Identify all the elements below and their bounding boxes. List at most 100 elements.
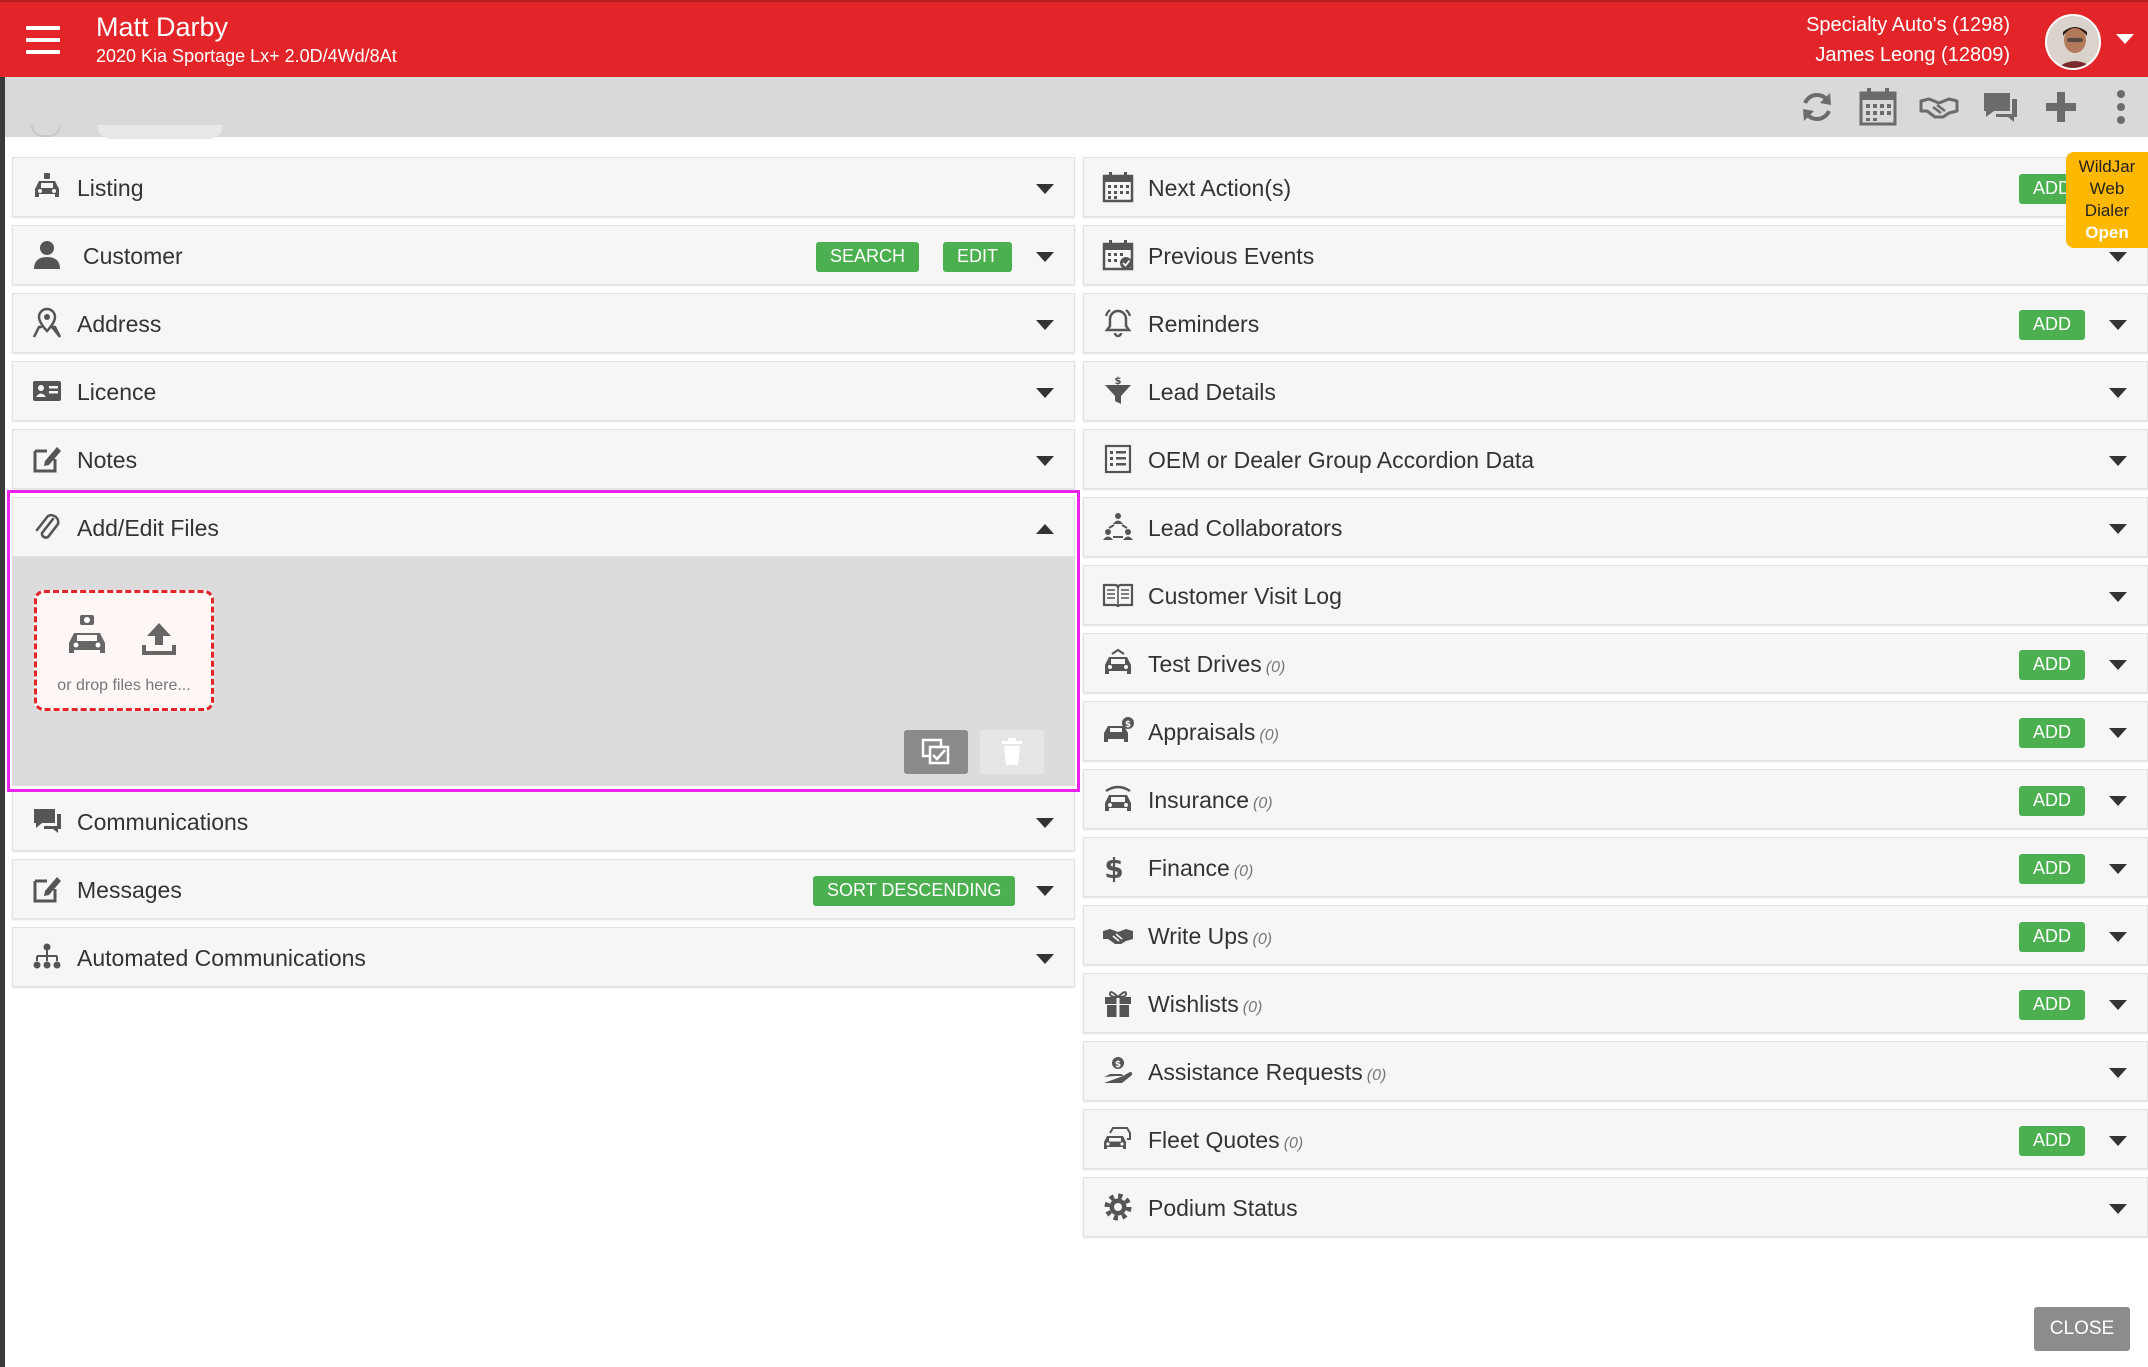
chevron-down-icon[interactable] [1036,320,1054,330]
add-finance-button[interactable]: ADD [2019,854,2086,884]
panel-title: Finance (0) [1148,855,1254,881]
panel-previous-events[interactable]: Previous Events [1083,225,2148,285]
add-wishlist-button[interactable]: ADD [2019,990,2086,1020]
panel-listing[interactable]: Listing [12,157,1075,217]
chevron-down-icon[interactable] [2109,1068,2127,1078]
hamburger-menu-icon[interactable] [26,26,62,54]
chevron-down-icon[interactable] [2109,524,2127,534]
panel-customer-visit-log[interactable]: Customer Visit Log [1083,565,2148,625]
add-write-up-button[interactable]: ADD [2019,922,2086,952]
chevron-up-icon[interactable] [1036,524,1054,534]
add-appraisal-button[interactable]: ADD [2019,718,2086,748]
panel-title: Customer [83,243,183,269]
id-card-icon [33,381,61,401]
funnel-dollar-icon: $ [1105,376,1131,404]
add-fleet-quote-button[interactable]: ADD [2019,1126,2086,1156]
panel-wishlists[interactable]: Wishlists (0) ADD [1083,973,2148,1033]
calendar-icon[interactable] [1858,87,1898,127]
chevron-down-icon[interactable] [2109,728,2127,738]
sort-descending-button[interactable]: SORT DESCENDING [813,876,1016,906]
panel-lead-details[interactable]: $ Lead Details [1083,361,2148,421]
panel-address[interactable]: Address [12,293,1075,353]
panel-next-actions[interactable]: Next Action(s) ADD [1083,157,2148,217]
svg-text:$: $ [1104,852,1123,883]
handshake-icon[interactable] [1919,87,1959,127]
count-badge: (0) [1242,999,1263,1016]
wildjar-status: Open [2085,223,2129,242]
chevron-down-icon[interactable] [2109,796,2127,806]
file-dropzone[interactable]: or drop files here... [34,590,214,711]
wildjar-line: Dialer [2084,201,2130,220]
add-test-drive-button[interactable]: ADD [2019,650,2086,680]
car-shield-icon [1105,785,1131,811]
chevron-down-icon[interactable] [1036,456,1054,466]
helping-hand-icon: $ [1104,1057,1133,1083]
panel-oem-accordion[interactable]: OEM or Dealer Group Accordion Data [1083,429,2148,489]
chevron-down-icon[interactable] [1036,954,1054,964]
chevron-down-icon[interactable] [2109,864,2127,874]
edit-note-icon [33,877,61,903]
panel-messages[interactable]: Messages SORT DESCENDING [12,859,1075,919]
chevron-down-icon[interactable] [2109,1204,2127,1214]
panel-appraisals[interactable]: $ Appraisals (0) ADD [1083,701,2148,761]
customer-search-button[interactable]: SEARCH [816,242,920,272]
upload-icon[interactable] [141,621,177,657]
chevron-down-icon[interactable] [2109,456,2127,466]
chevron-down-icon[interactable] [1036,818,1054,828]
panel-communications[interactable]: Communications [12,791,1075,851]
plus-icon[interactable] [2041,87,2081,127]
chevron-down-icon[interactable] [2109,932,2127,942]
kebab-menu-icon[interactable] [2101,87,2141,127]
add-insurance-button[interactable]: ADD [2019,786,2086,816]
chevron-down-icon[interactable] [1036,886,1054,896]
panel-add-edit-files[interactable]: Add/Edit Files [12,497,1075,557]
close-button[interactable]: CLOSE [2034,1307,2130,1351]
panel-fleet-quotes[interactable]: Fleet Quotes (0) ADD [1083,1109,2148,1169]
panel-write-ups[interactable]: Write Ups (0) ADD [1083,905,2148,965]
panel-assistance-requests[interactable]: $ Assistance Requests (0) [1083,1041,2148,1101]
collaborators-icon [1103,513,1133,540]
car-camera-icon[interactable] [67,613,107,659]
chevron-down-icon[interactable] [1036,184,1054,194]
panel-title: Lead Details [1148,379,1276,405]
panel-title: Assistance Requests (0) [1148,1059,1387,1085]
panel-lead-collaborators[interactable]: Lead Collaborators [1083,497,2148,557]
panel-test-drives[interactable]: Test Drives (0) ADD [1083,633,2148,693]
panel-customer[interactable]: Customer SEARCH EDIT [12,225,1075,285]
panel-insurance[interactable]: Insurance (0) ADD [1083,769,2148,829]
chevron-down-icon[interactable] [2109,252,2127,262]
chevron-down-icon[interactable] [1036,388,1054,398]
panel-notes[interactable]: Notes [12,429,1075,489]
panel-automated-communications[interactable]: Automated Communications [12,927,1075,987]
panel-finance[interactable]: $ Finance (0) ADD [1083,837,2148,897]
chat-icon[interactable] [1980,87,2020,127]
panel-podium-status[interactable]: Podium Status [1083,1177,2148,1237]
wildjar-dialer-tab[interactable]: WildJar Web Dialer Open [2066,152,2148,248]
panel-reminders[interactable]: Reminders ADD [1083,293,2148,353]
chevron-down-icon[interactable] [2109,660,2127,670]
lead-vehicle: 2020 Kia Sportage Lx+ 2.0D/4Wd/8At [96,46,397,66]
count-badge: (0) [1252,931,1273,948]
partial-tab [31,125,61,137]
chevron-down-icon[interactable] [2109,388,2127,398]
avatar[interactable] [2045,14,2101,70]
panel-title: Next Action(s) [1148,175,1292,201]
refresh-icon[interactable] [1797,87,1837,127]
customer-edit-button[interactable]: EDIT [943,242,1013,272]
panel-title: Wishlists (0) [1148,991,1263,1017]
chevron-down-icon[interactable] [2109,320,2127,330]
chevron-down-icon[interactable] [2109,1000,2127,1010]
partial-tab [97,125,223,139]
account-dropdown-icon[interactable] [2116,34,2134,44]
panel-title: Address [77,311,162,337]
copy-check-icon [921,738,950,765]
chevron-down-icon[interactable] [2109,1136,2127,1146]
panel-title: Insurance (0) [1148,787,1273,813]
chevron-down-icon[interactable] [2109,592,2127,602]
chevron-down-icon[interactable] [1036,252,1054,262]
add-reminder-button[interactable]: ADD [2019,310,2086,340]
select-files-button[interactable] [904,730,968,774]
delete-files-button[interactable] [980,730,1044,774]
panel-licence[interactable]: Licence [12,361,1075,421]
map-pin-icon [32,307,62,338]
